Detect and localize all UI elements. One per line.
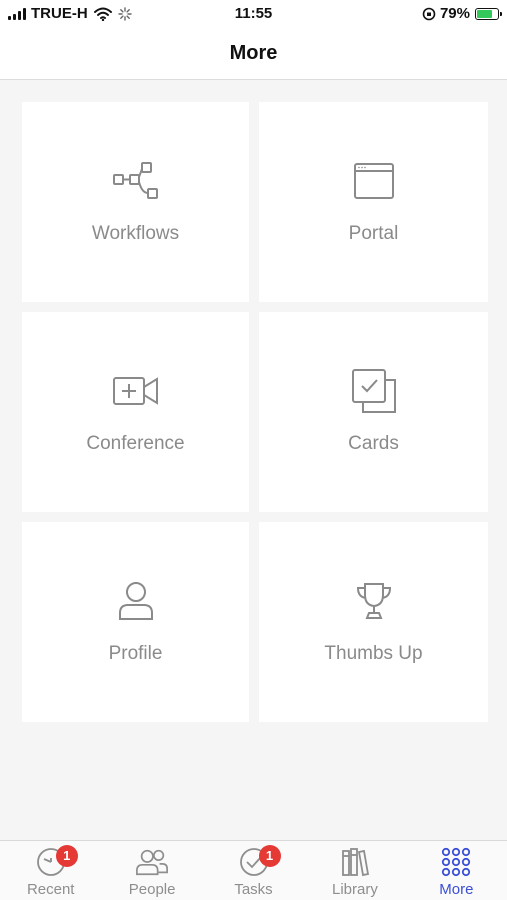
tile-label: Thumbs Up bbox=[324, 643, 423, 664]
grid-icon bbox=[439, 847, 473, 877]
cards-icon bbox=[350, 369, 398, 413]
tile-workflows[interactable]: Workflows bbox=[22, 102, 249, 302]
tile-profile[interactable]: Profile bbox=[22, 522, 249, 722]
trophy-icon bbox=[350, 579, 398, 623]
tab-recent[interactable]: 1 Recent bbox=[0, 841, 101, 900]
browser-window-icon bbox=[350, 159, 398, 203]
tile-thumbs-up[interactable]: Thumbs Up bbox=[259, 522, 488, 722]
person-icon bbox=[112, 579, 160, 623]
tab-label: Library bbox=[331, 881, 378, 898]
tab-label: People bbox=[128, 881, 176, 898]
page-title: More bbox=[0, 28, 507, 80]
tile-label: Cards bbox=[348, 433, 399, 454]
people-icon bbox=[135, 847, 169, 877]
more-menu-grid: Workflows Portal Conference Cards Profil… bbox=[22, 102, 488, 722]
tab-label: Recent bbox=[26, 881, 75, 898]
status-right: 79% bbox=[422, 5, 502, 22]
status-bar: TRUE-H 11:55 79% bbox=[0, 0, 507, 28]
notification-badge: 1 bbox=[55, 845, 78, 867]
tab-label: More bbox=[439, 881, 474, 898]
orientation-lock-icon bbox=[422, 7, 436, 20]
tile-label: Workflows bbox=[91, 223, 180, 244]
notification-badge: 1 bbox=[258, 845, 281, 867]
bottom-tab-bar: 1 Recent People 1 Tasks Library More bbox=[0, 840, 507, 900]
tile-cards[interactable]: Cards bbox=[259, 312, 488, 512]
battery-fill bbox=[477, 9, 492, 18]
battery-percent: 79% bbox=[439, 5, 470, 22]
tab-more[interactable]: More bbox=[406, 841, 507, 900]
tile-label: Conference bbox=[86, 433, 185, 454]
tab-label: Tasks bbox=[234, 881, 273, 898]
tab-library[interactable]: Library bbox=[304, 841, 405, 900]
tile-label: Profile bbox=[108, 643, 163, 664]
tab-people[interactable]: People bbox=[101, 841, 202, 900]
video-camera-icon bbox=[112, 369, 160, 413]
tile-conference[interactable]: Conference bbox=[22, 312, 249, 512]
battery-icon bbox=[475, 7, 502, 20]
tile-label: Portal bbox=[348, 223, 399, 244]
tab-tasks[interactable]: 1 Tasks bbox=[203, 841, 304, 900]
battery-cap bbox=[500, 11, 502, 16]
clock-icon: 1 bbox=[34, 845, 78, 877]
books-icon bbox=[338, 847, 372, 877]
check-circle-icon: 1 bbox=[237, 845, 281, 877]
workflow-icon bbox=[112, 159, 160, 203]
tile-portal[interactable]: Portal bbox=[259, 102, 488, 302]
